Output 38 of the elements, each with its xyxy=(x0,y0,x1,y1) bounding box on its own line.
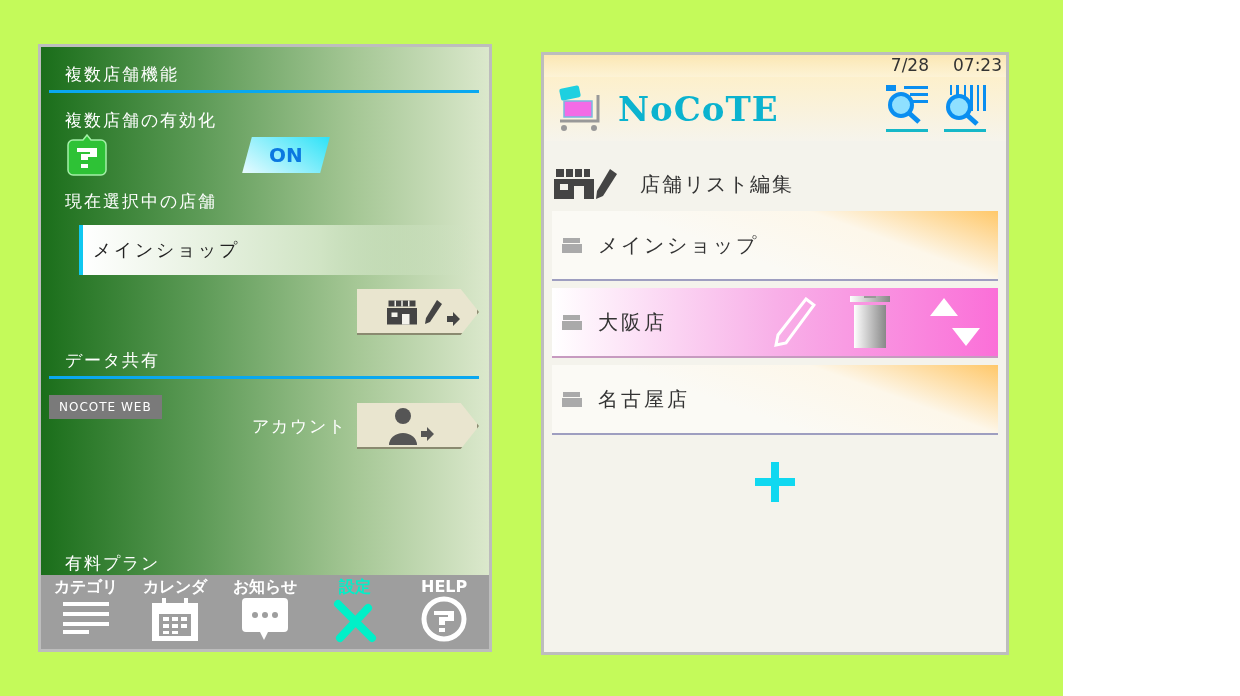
nav-tab[interactable]: カレンダ xyxy=(130,575,221,649)
section-heading: 有料プラン xyxy=(64,552,161,575)
store-row[interactable]: メインショップ xyxy=(552,211,998,281)
chat-icon xyxy=(242,598,288,642)
toggle-switch[interactable]: ON xyxy=(242,137,330,173)
user-arrow-icon xyxy=(387,407,437,445)
section-heading: データ共有 xyxy=(49,349,479,379)
account-label: アカウント xyxy=(252,414,347,438)
store-name: 名古屋店 xyxy=(598,385,691,413)
store-row[interactable]: 名古屋店 xyxy=(552,365,998,435)
nav-tab[interactable]: 設定 xyxy=(309,575,400,649)
time-text: 07:23 xyxy=(953,55,1002,77)
plus-icon xyxy=(755,462,795,502)
help-icon[interactable] xyxy=(67,134,107,176)
setting-label: 現在選択中の店舗 xyxy=(64,190,218,213)
barcode-search-icon[interactable] xyxy=(944,85,988,133)
account-button[interactable] xyxy=(357,403,479,449)
nav-tab[interactable]: HELP xyxy=(399,575,489,649)
store-name: メインショップ xyxy=(598,231,760,259)
app-logo: NoCoTE xyxy=(618,89,780,129)
section-heading: 複数店舗機能 xyxy=(49,63,479,93)
date-text: 7/28 xyxy=(890,55,929,77)
store-row[interactable]: 大阪店 xyxy=(552,288,998,358)
help-icon xyxy=(421,596,468,642)
reorder-icon[interactable] xyxy=(928,298,982,346)
service-badge: NOCOTE WEB xyxy=(49,395,162,419)
setting-label: 複数店舗の有効化 xyxy=(64,109,218,132)
add-button[interactable] xyxy=(755,462,795,505)
nav-tab[interactable]: カテゴリ xyxy=(41,575,131,649)
edit-stores-button[interactable] xyxy=(357,289,479,335)
pencil-icon[interactable] xyxy=(774,297,816,347)
pencil-arrow-icon xyxy=(423,298,463,326)
trash-icon[interactable] xyxy=(850,296,890,348)
calendar-icon xyxy=(151,598,200,642)
search-list-icon[interactable] xyxy=(886,85,930,133)
nav-tab[interactable]: お知らせ xyxy=(220,575,310,649)
store-name: 大阪店 xyxy=(598,308,668,336)
screen-title: 店舗リスト編集 xyxy=(640,170,794,198)
